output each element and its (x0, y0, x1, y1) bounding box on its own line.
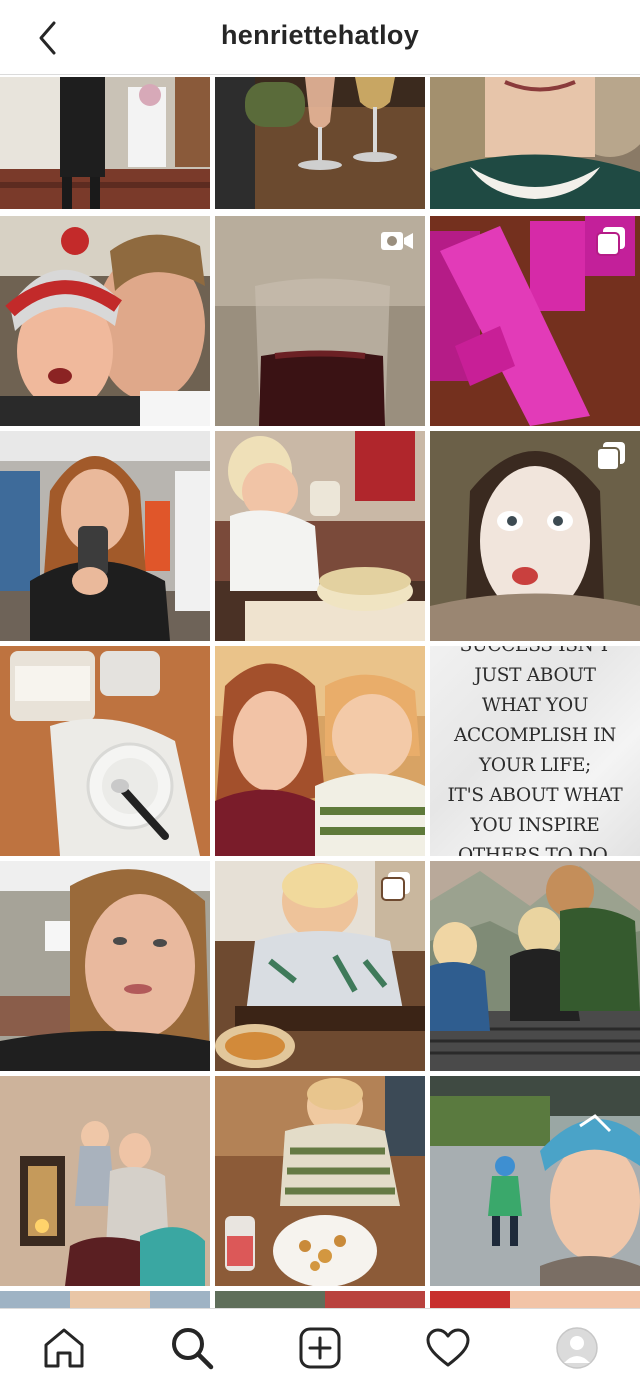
post-couple-selfie-santa-hat[interactable] (0, 216, 210, 426)
nav-new-post-button[interactable] (297, 1325, 343, 1371)
post-partial-3[interactable] (430, 1291, 640, 1308)
post-partial-2[interactable] (215, 1291, 425, 1308)
search-icon (172, 1328, 214, 1370)
post-face-mask-selfie[interactable] (430, 431, 640, 641)
post-toddler-eating-fork[interactable] (215, 861, 425, 1071)
carousel-icon (381, 872, 410, 901)
post-partial-1[interactable] (0, 1291, 210, 1308)
profile-avatar-icon (556, 1327, 598, 1369)
post-mirror-selfie-salon[interactable] (0, 431, 210, 641)
carousel-icon (596, 227, 625, 256)
post-red-wine-glass[interactable] (215, 216, 425, 426)
home-icon (44, 1328, 84, 1368)
post-toddler-eating-snack[interactable] (215, 1076, 425, 1286)
post-quote-card[interactable]: Success isn't just about what you accomp… (430, 646, 640, 856)
profile-username-title: henriettehatloy (220, 20, 420, 50)
post-woman-lace-collar[interactable] (430, 77, 640, 209)
post-helmet-selfie-child[interactable] (430, 1076, 640, 1286)
post-mother-child-lantern[interactable] (0, 1076, 210, 1286)
new-post-icon (299, 1327, 341, 1369)
nav-home-button[interactable] (41, 1325, 87, 1371)
carousel-icon (596, 442, 625, 471)
top-bar: henriettehatloy (0, 0, 640, 75)
video-icon (381, 232, 413, 250)
quote-text: Success isn't just about what you accomp… (447, 646, 623, 856)
photo-grid: Success isn't just about what you accomp… (0, 77, 640, 1308)
nav-profile-button[interactable] (554, 1325, 600, 1371)
bottom-tab-bar (0, 1308, 640, 1386)
post-kids-mountain-view[interactable] (430, 861, 640, 1071)
post-toddler-drinking-highchair[interactable] (215, 431, 425, 641)
activity-heart-icon (426, 1328, 470, 1367)
post-wine-glasses-table[interactable] (215, 77, 425, 209)
post-oriflame-lipstick-boxes[interactable] (430, 216, 640, 426)
post-wedding-entrance[interactable] (0, 77, 210, 209)
post-mother-child-selfie[interactable] (215, 646, 425, 856)
post-bowl-spoon-placemat[interactable] (0, 646, 210, 856)
nav-activity-button[interactable] (425, 1325, 471, 1371)
post-woman-selfie-living-room[interactable] (0, 861, 210, 1071)
nav-search-button[interactable] (169, 1325, 215, 1371)
